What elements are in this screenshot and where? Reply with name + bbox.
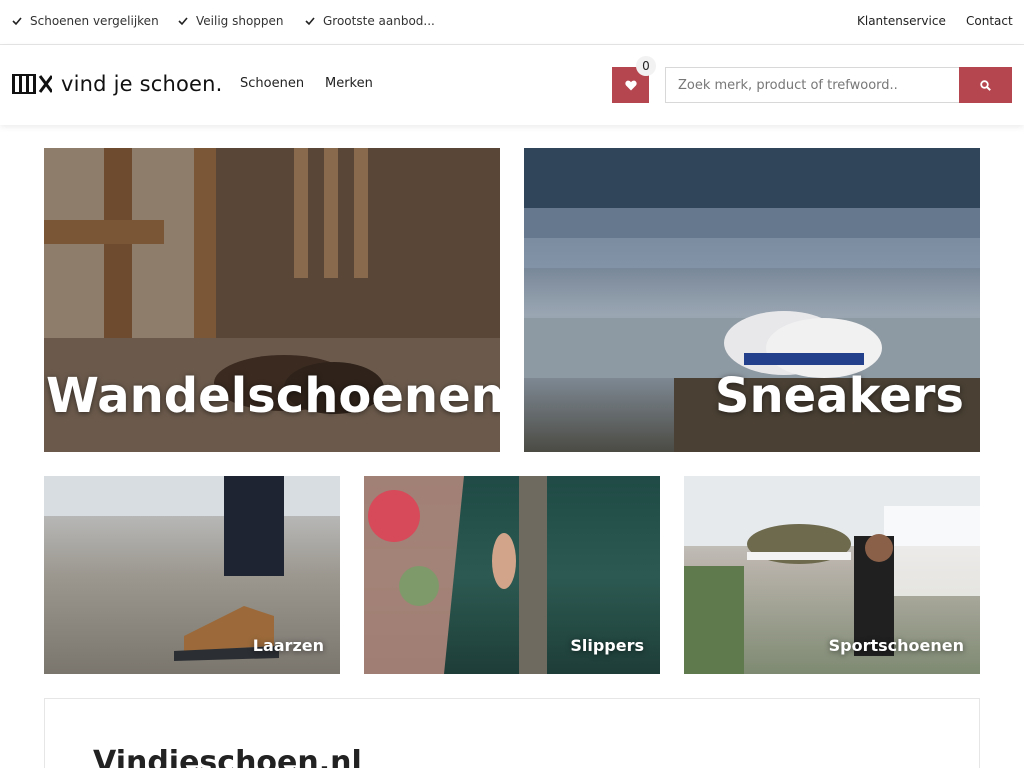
nav-merken[interactable]: Merken bbox=[325, 76, 373, 91]
usp-item: Grootste aanbod... bbox=[305, 14, 435, 28]
usp-label: Veilig shoppen bbox=[196, 14, 284, 28]
check-icon bbox=[12, 16, 22, 26]
wishlist-count-badge: 0 bbox=[636, 56, 656, 76]
category-tile-sneakers[interactable]: Sneakers bbox=[524, 148, 980, 452]
tile-label: Slippers bbox=[570, 636, 644, 655]
usp-item: Veilig shoppen bbox=[178, 14, 284, 28]
contact-link[interactable]: Contact bbox=[966, 14, 1013, 28]
tile-label: Laarzen bbox=[252, 636, 324, 655]
tile-label: Sneakers bbox=[714, 368, 964, 424]
intro-title: Vindjeschoen.nl bbox=[93, 745, 362, 768]
search-input[interactable] bbox=[665, 67, 960, 103]
nav-schoenen[interactable]: Schoenen bbox=[240, 76, 304, 91]
shoe-logo-icon bbox=[12, 74, 52, 94]
logo-text: vind je schoen. bbox=[61, 72, 223, 96]
search-button[interactable] bbox=[959, 67, 1012, 103]
usp-item: Schoenen vergelijken bbox=[12, 14, 159, 28]
category-tile-laarzen[interactable]: Laarzen bbox=[44, 476, 340, 674]
tile-label: Wandelschoenen bbox=[46, 368, 500, 424]
check-icon bbox=[305, 16, 315, 26]
category-tile-wandelschoenen[interactable]: Wandelschoenen bbox=[44, 148, 500, 452]
klantenservice-link[interactable]: Klantenservice bbox=[857, 14, 946, 28]
category-tile-slippers[interactable]: Slippers bbox=[364, 476, 660, 674]
tile-label: Sportschoenen bbox=[828, 636, 964, 655]
usp-label: Grootste aanbod... bbox=[323, 14, 435, 28]
usp-label: Schoenen vergelijken bbox=[30, 14, 159, 28]
search-icon bbox=[980, 79, 991, 91]
site-header: vind je schoen. Schoenen Merken 0 bbox=[0, 45, 1024, 125]
heart-icon bbox=[624, 80, 637, 90]
site-logo[interactable]: vind je schoen. bbox=[12, 72, 223, 96]
check-icon bbox=[178, 16, 188, 26]
intro-card: Vindjeschoen.nl bbox=[44, 698, 980, 768]
top-info-bar: Schoenen vergelijken Veilig shoppen Groo… bbox=[0, 0, 1024, 45]
category-tile-sportschoenen[interactable]: Sportschoenen bbox=[684, 476, 980, 674]
